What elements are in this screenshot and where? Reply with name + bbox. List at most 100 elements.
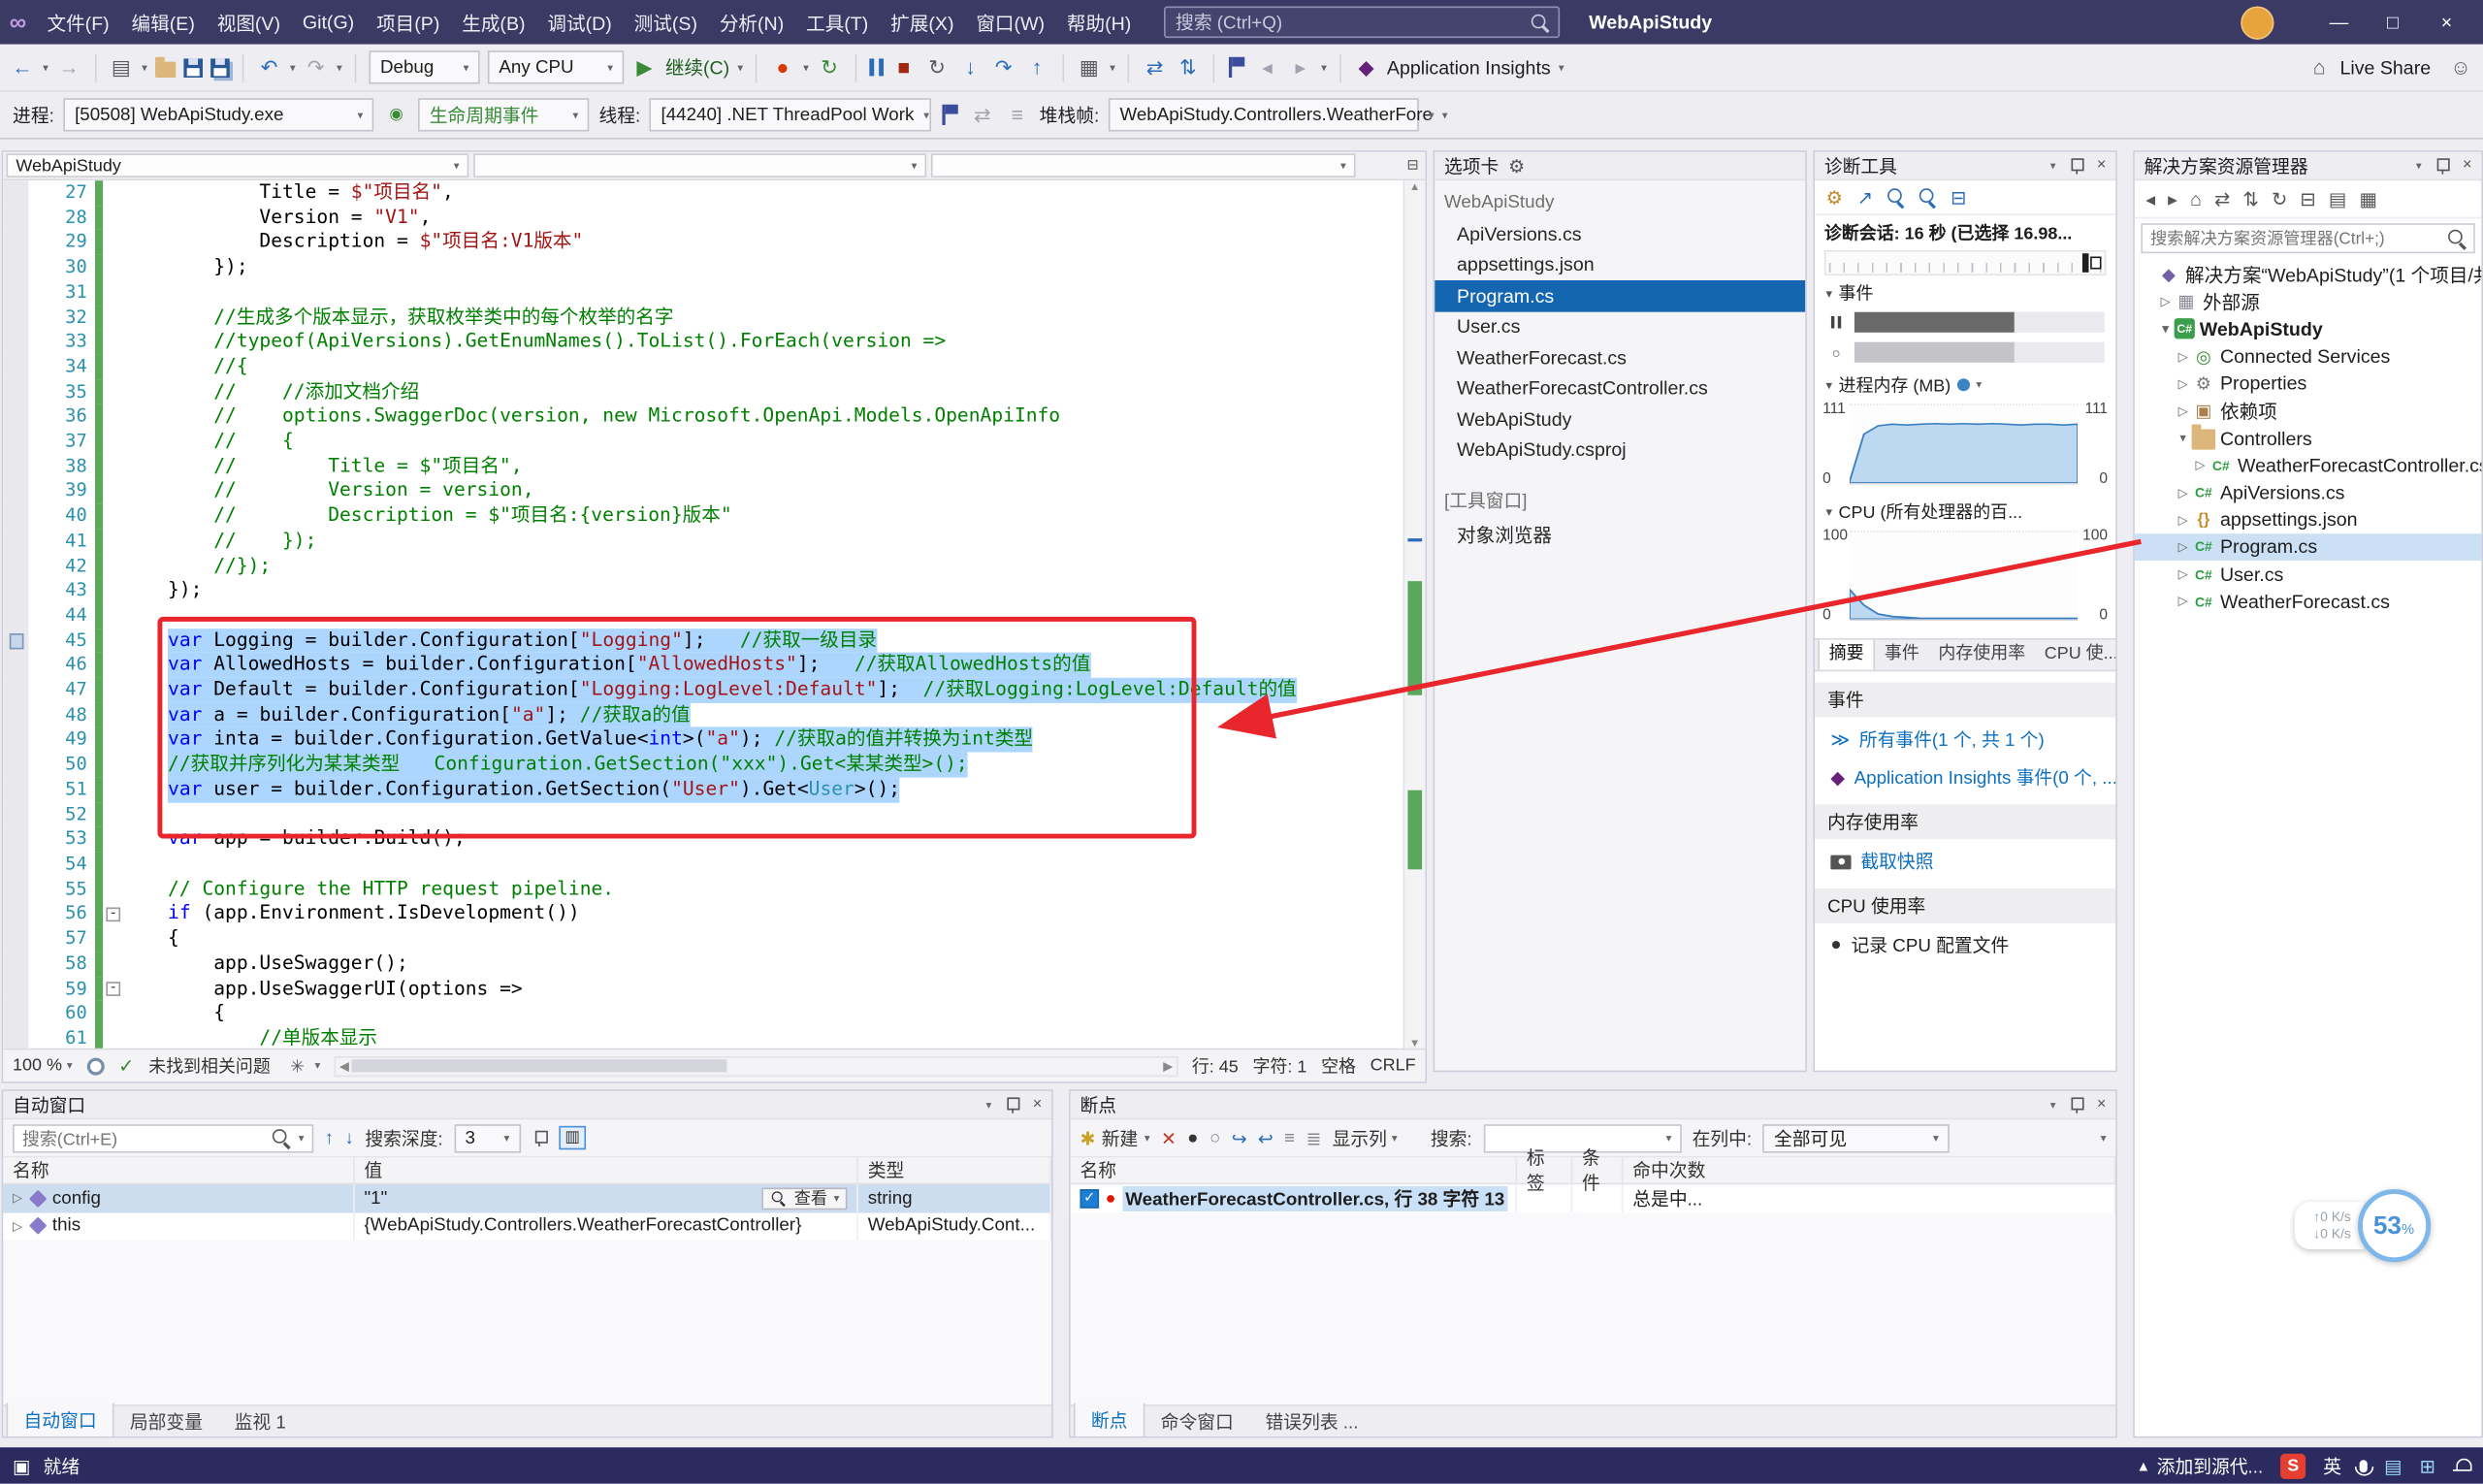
autos-tab[interactable]: 局部变量	[114, 1403, 219, 1437]
fold-margin[interactable]	[103, 578, 123, 603]
tree-item[interactable]: ▷C#User.cs	[2135, 561, 2482, 588]
expander-icon[interactable]: ▷	[2192, 458, 2209, 472]
breakpoint-margin[interactable]	[3, 379, 28, 404]
pin-icon[interactable]	[2069, 1095, 2084, 1114]
process-dropdown[interactable]: [50508] WebApiStudy.exe▾	[64, 98, 374, 131]
column-value[interactable]: 值	[355, 1157, 858, 1182]
code-line[interactable]: 53var app = builder.Build();	[3, 827, 1403, 853]
code-area[interactable]: 27 Title = $"项目名",28 Version = "V1",29 D…	[3, 180, 1403, 1051]
scroll-right-icon[interactable]: ▶	[1163, 1058, 1173, 1073]
breakpoint-margin[interactable]	[3, 802, 28, 827]
expander-icon[interactable]: ▾	[2175, 431, 2192, 445]
show-columns-button[interactable]: 显示列▾	[1333, 1125, 1398, 1150]
take-snapshot-link[interactable]: 截取快照	[1815, 839, 2115, 877]
breakpoint-checkbox[interactable]: ✓	[1080, 1189, 1099, 1209]
code-line[interactable]: 46var AllowedHosts = builder.Configurati…	[3, 653, 1403, 678]
expander-icon[interactable]: ▷	[2175, 349, 2192, 364]
fold-margin[interactable]	[103, 653, 123, 678]
refresh-icon[interactable]: ↻	[2272, 187, 2287, 210]
code-line[interactable]: 45var Logging = builder.Configuration["L…	[3, 629, 1403, 654]
breakpoint-margin[interactable]	[3, 230, 28, 255]
fold-margin[interactable]	[103, 753, 123, 778]
fold-margin[interactable]	[103, 280, 123, 306]
scroll-left-icon[interactable]: ◀	[339, 1058, 349, 1073]
fold-margin[interactable]	[103, 404, 123, 430]
fold-margin[interactable]	[103, 877, 123, 902]
percent-badge[interactable]: 53%	[2357, 1189, 2430, 1262]
record-cpu-link[interactable]: ●记录 CPU 配置文件	[1815, 923, 2115, 961]
switch-views-icon[interactable]: ⇄	[2214, 187, 2230, 210]
window-position-icon[interactable]: ▾	[2416, 159, 2422, 172]
next-bookmark-icon[interactable]: ▸	[1288, 49, 1313, 84]
fold-margin[interactable]	[103, 1001, 123, 1026]
fold-margin[interactable]	[103, 1026, 123, 1051]
breakpoint-margin[interactable]	[3, 305, 28, 330]
breakpoint-margin[interactable]	[3, 503, 28, 529]
previous-bookmark-icon[interactable]: ◂	[1255, 49, 1280, 84]
zoom-in-icon[interactable]	[1887, 188, 1905, 206]
collapse-icon[interactable]: -	[106, 982, 120, 996]
zoom-out-icon[interactable]	[1919, 188, 1936, 206]
fold-margin[interactable]: -	[103, 902, 123, 927]
watch-row[interactable]: ▷this{WebApiStudy.Controllers.WeatherFor…	[3, 1212, 1051, 1241]
stack-frame-dropdown[interactable]: WebApiStudy.Controllers.WeatherFore▾	[1109, 98, 1419, 131]
fold-margin[interactable]	[103, 678, 123, 703]
code-line[interactable]: 36 // options.SwaggerDoc(version, new Mi…	[3, 404, 1403, 430]
expander-icon[interactable]: ▷	[2157, 295, 2175, 309]
menu-item[interactable]: 分析(N)	[708, 4, 794, 41]
feedback-icon[interactable]: ▣	[13, 1455, 31, 1477]
code-line[interactable]: 50//获取并序列化为某某类型 Configuration.GetSection…	[3, 753, 1403, 778]
breakpoint-margin[interactable]	[3, 977, 28, 1002]
tree-item[interactable]: ▷C#WeatherForecastController.cs	[2135, 452, 2482, 479]
breakpoint-margin[interactable]	[3, 952, 28, 977]
code-line[interactable]: 56-if (app.Environment.IsDevelopment())	[3, 902, 1403, 927]
code-line[interactable]: 54	[3, 852, 1403, 877]
expander-icon[interactable]: ▷	[2175, 513, 2192, 528]
split-window-icon[interactable]: ⊟	[1407, 157, 1419, 175]
settings-gear-icon[interactable]: ⚙	[1825, 186, 1843, 209]
search-down-icon[interactable]: ↓	[345, 1128, 354, 1147]
editor-horizontal-scrollbar[interactable]: ◀▶	[335, 1055, 1177, 1076]
window-position-icon[interactable]: ▾	[986, 1098, 992, 1111]
step-into-icon[interactable]: ↓	[957, 49, 983, 84]
code-line[interactable]: 48var a = builder.Configuration["a"]; //…	[3, 703, 1403, 728]
breakpoint-margin[interactable]	[3, 206, 28, 231]
export-icon[interactable]: ↗	[1857, 186, 1873, 209]
breakpoint-margin[interactable]	[3, 479, 28, 504]
toolbar-overflow-icon[interactable]: ▾	[1429, 109, 1435, 121]
scrollbar-thumb[interactable]	[352, 1059, 727, 1072]
close-icon[interactable]: ×	[2097, 157, 2107, 175]
column-condition[interactable]: 条件	[1572, 1157, 1623, 1182]
fold-margin[interactable]: -	[103, 977, 123, 1002]
restart-icon[interactable]: ↻	[817, 49, 842, 84]
breakpoint-margin[interactable]	[3, 554, 28, 579]
tree-item[interactable]: ▷▣依赖项	[2135, 398, 2482, 425]
breakpoints-tab[interactable]: 断点	[1074, 1403, 1145, 1438]
tree-item[interactable]: ▷◎Connected Services	[2135, 343, 2482, 371]
code-line[interactable]: 37 // {	[3, 429, 1403, 454]
live-share-button[interactable]: ⌂ Live Share ☺	[2306, 49, 2473, 84]
zoom-control[interactable]: 100 %▾	[13, 1056, 73, 1076]
code-line[interactable]: 41 // });	[3, 529, 1403, 554]
document-tab[interactable]: Program.cs	[1435, 280, 1805, 311]
diagnostics-tab[interactable]: 摘要	[1818, 638, 1875, 670]
menu-item[interactable]: 测试(S)	[623, 4, 708, 41]
back-icon[interactable]: ◂	[2145, 187, 2155, 210]
code-line[interactable]: 34 //{	[3, 355, 1403, 380]
home-icon[interactable]: ⌂	[2190, 187, 2202, 210]
fold-margin[interactable]	[103, 206, 123, 231]
fold-margin[interactable]	[103, 479, 123, 504]
timeline-ruler[interactable]	[1824, 250, 2107, 275]
document-health-icon[interactable]	[86, 1057, 104, 1075]
reset-view-icon[interactable]: ⊟	[1951, 186, 1966, 209]
delete-breakpoint-icon[interactable]: ✕	[1161, 1127, 1177, 1149]
breakpoint-margin[interactable]	[3, 330, 28, 355]
disable-all-icon[interactable]: ●	[1187, 1128, 1198, 1147]
menu-item[interactable]: 视图(V)	[206, 4, 291, 41]
expander-icon[interactable]: ▷	[2175, 403, 2192, 418]
application-insights-button[interactable]: Application Insights	[1387, 56, 1551, 79]
code-line[interactable]: 60 {	[3, 1001, 1403, 1026]
open-file-icon[interactable]	[155, 61, 176, 77]
to-disassembly-icon[interactable]: ⇄	[970, 97, 995, 132]
step-out-icon[interactable]: ↑	[1024, 49, 1049, 84]
